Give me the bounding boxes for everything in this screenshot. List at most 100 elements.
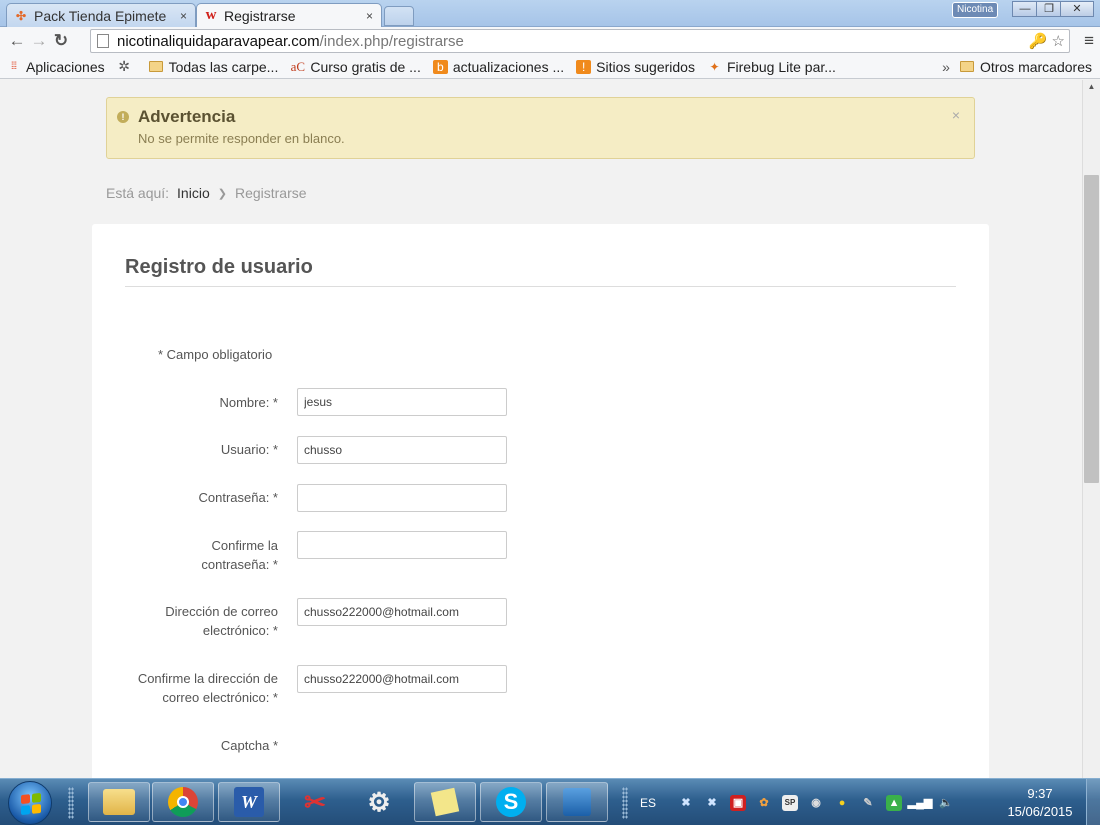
confirm-password-input[interactable] <box>297 531 507 559</box>
antivirus-icon[interactable]: ▣ <box>730 794 747 811</box>
page-icon <box>97 34 109 48</box>
alert-close-icon[interactable]: × <box>952 107 960 123</box>
gear-icon: ✲ <box>118 58 130 74</box>
teamviewer-icon[interactable]: ✖ <box>704 795 720 811</box>
bookmarks-overflow-button[interactable]: » <box>942 59 950 75</box>
start-button[interactable] <box>8 781 52 825</box>
show-desktop-button[interactable] <box>1086 779 1100 825</box>
network-app-icon <box>563 788 591 816</box>
snipping-tool-icon: ✂ <box>304 786 326 817</box>
windows-taskbar: W ✂ ⚙ S ES ✖ ✖ ▣ ✿ SP ◉ ● ✎ ▲ ▂▄▆ 🔈 9:37… <box>0 778 1100 825</box>
bookmark-sitios[interactable]: ! Sitios sugeridos <box>576 59 695 75</box>
app-tray-icon[interactable]: ✿ <box>756 795 772 811</box>
lightbulb-icon[interactable]: ● <box>834 795 850 811</box>
tab-registrarse[interactable]: w Registrarse × <box>196 3 382 27</box>
bookmark-label: actualizaciones ... <box>452 58 565 75</box>
bookmark-curso[interactable]: aC Curso gratis de ... <box>290 59 421 75</box>
bookmark-label: Firebug Lite par... <box>726 58 836 75</box>
back-arrow-icon[interactable]: ← <box>6 31 28 51</box>
clock-date: 15/06/2015 <box>1007 804 1073 819</box>
scrollbar-thumb[interactable] <box>1084 175 1099 483</box>
system-clock[interactable]: 9:37 15/06/2015 <box>1000 785 1080 821</box>
taskbar-sticky-notes[interactable] <box>414 782 476 822</box>
bookmark-label: Otros marcadores <box>979 58 1092 75</box>
captcha-label: Captcha * <box>220 738 278 753</box>
minimize-button[interactable]: — <box>1012 1 1038 17</box>
username-input[interactable] <box>297 436 507 464</box>
taskbar-word[interactable]: W <box>218 782 280 822</box>
update-icon[interactable]: ▲ <box>886 794 903 811</box>
warning-alert: ! Advertencia No se permite responder en… <box>106 97 975 159</box>
breadcrumb-current: Registrarse <box>234 185 307 201</box>
username-label: Usuario: * <box>220 442 278 457</box>
taskbar-grip <box>622 787 628 819</box>
registration-card: Registro de usuario * Campo obligatorio … <box>92 224 989 778</box>
bookmark-gear[interactable]: ✲ <box>117 58 137 74</box>
taskbar-grip <box>68 787 74 819</box>
bookmark-folder-todas[interactable]: Todas las carpe... <box>149 58 279 75</box>
chrome-menu-icon[interactable]: ≡ <box>1084 31 1094 51</box>
tab-pack-tienda[interactable]: ✣ Pack Tienda Epimete × <box>6 3 196 27</box>
eye-icon[interactable]: ◉ <box>808 795 824 811</box>
password-input[interactable] <box>297 484 507 512</box>
breadcrumb: Está aquí: Inicio ❯ Registrarse <box>106 185 307 201</box>
bookmark-label: Curso gratis de ... <box>310 58 421 75</box>
forward-arrow-icon[interactable]: → <box>28 31 50 51</box>
name-input[interactable] <box>297 388 507 416</box>
bookmark-other[interactable]: Otros marcadores <box>960 59 1092 75</box>
teamviewer-icon[interactable]: ✖ <box>678 795 694 811</box>
sticky-notes-icon <box>430 787 460 817</box>
alert-title: Advertencia <box>138 107 236 126</box>
required-note: * Campo obligatorio <box>158 347 273 362</box>
taskbar-network-app[interactable] <box>546 782 608 822</box>
divider <box>125 286 956 287</box>
new-tab-button[interactable] <box>384 6 414 26</box>
warning-icon: ! <box>117 111 129 123</box>
taskbar-skype[interactable]: S <box>480 782 542 822</box>
sp-badge-icon[interactable]: SP <box>782 794 799 811</box>
profile-badge[interactable]: Nicotina <box>952 2 999 18</box>
pen-icon[interactable]: ✎ <box>860 795 876 811</box>
folder-icon <box>149 60 164 74</box>
window-close-button[interactable]: ✕ <box>1060 1 1094 17</box>
email-input[interactable] <box>297 598 507 626</box>
close-icon[interactable]: × <box>180 9 187 23</box>
taskbar-settings-app[interactable]: ⚙ <box>348 782 410 822</box>
maximize-button[interactable]: ❐ <box>1036 1 1062 17</box>
key-star-icons[interactable]: 🔑 ☆ <box>1029 32 1065 50</box>
firebug-icon: ✦ <box>709 59 720 74</box>
taskbar-chrome[interactable] <box>152 782 214 822</box>
scroll-up-icon[interactable]: ▲ <box>1083 82 1100 91</box>
windows-logo-icon <box>21 792 41 816</box>
bookmark-label: Todas las carpe... <box>168 58 279 75</box>
w-logo-icon: w <box>205 7 217 23</box>
taskbar-snipping-tool[interactable]: ✂ <box>284 782 346 822</box>
page-title: Registro de usuario <box>125 256 313 278</box>
tab-title: Pack Tienda Epimete <box>34 7 167 24</box>
joomla-icon: ✣ <box>15 8 27 23</box>
volume-icon[interactable]: 🔈 <box>938 795 954 811</box>
browser-toolbar: ← → ↻ nicotinaliquidaparavapear.com/inde… <box>0 27 1100 55</box>
taskbar-explorer[interactable] <box>88 782 150 822</box>
page-scrollbar[interactable]: ▲ <box>1082 80 1100 778</box>
address-bar[interactable]: nicotinaliquidaparavapear.com/index.php/… <box>90 29 1070 53</box>
breadcrumb-prefix: Está aquí: <box>106 185 170 201</box>
url-path: /index.php/registrarse <box>319 32 464 50</box>
close-icon[interactable]: × <box>366 9 373 23</box>
bookmark-firebug[interactable]: ✦ Firebug Lite par... <box>707 58 836 75</box>
confirm-email-label: Confirme la dirección de correo electrón… <box>137 671 278 705</box>
apps-grid-icon: ⁞⁞⁞ <box>10 61 17 72</box>
alert-message: No se permite responder en blanco. <box>138 131 345 146</box>
settings-app-icon: ⚙ <box>367 786 391 817</box>
breadcrumb-home-link[interactable]: Inicio <box>177 185 210 201</box>
signal-icon[interactable]: ▂▄▆ <box>908 795 933 811</box>
bookmark-apps[interactable]: ⁞⁞⁞ Aplicaciones <box>6 59 105 75</box>
bookmarks-bar: ⁞⁞⁞ Aplicaciones ✲ Todas las carpe... aC… <box>0 55 1100 79</box>
word-icon: W <box>234 787 264 817</box>
confirm-email-input[interactable] <box>297 665 507 693</box>
skype-icon: S <box>496 787 526 817</box>
bookmark-actualizaciones[interactable]: b actualizaciones ... <box>432 58 565 75</box>
reload-icon[interactable]: ↻ <box>50 31 72 51</box>
suggested-sites-icon: ! <box>576 59 592 74</box>
language-indicator[interactable]: ES <box>640 796 656 810</box>
